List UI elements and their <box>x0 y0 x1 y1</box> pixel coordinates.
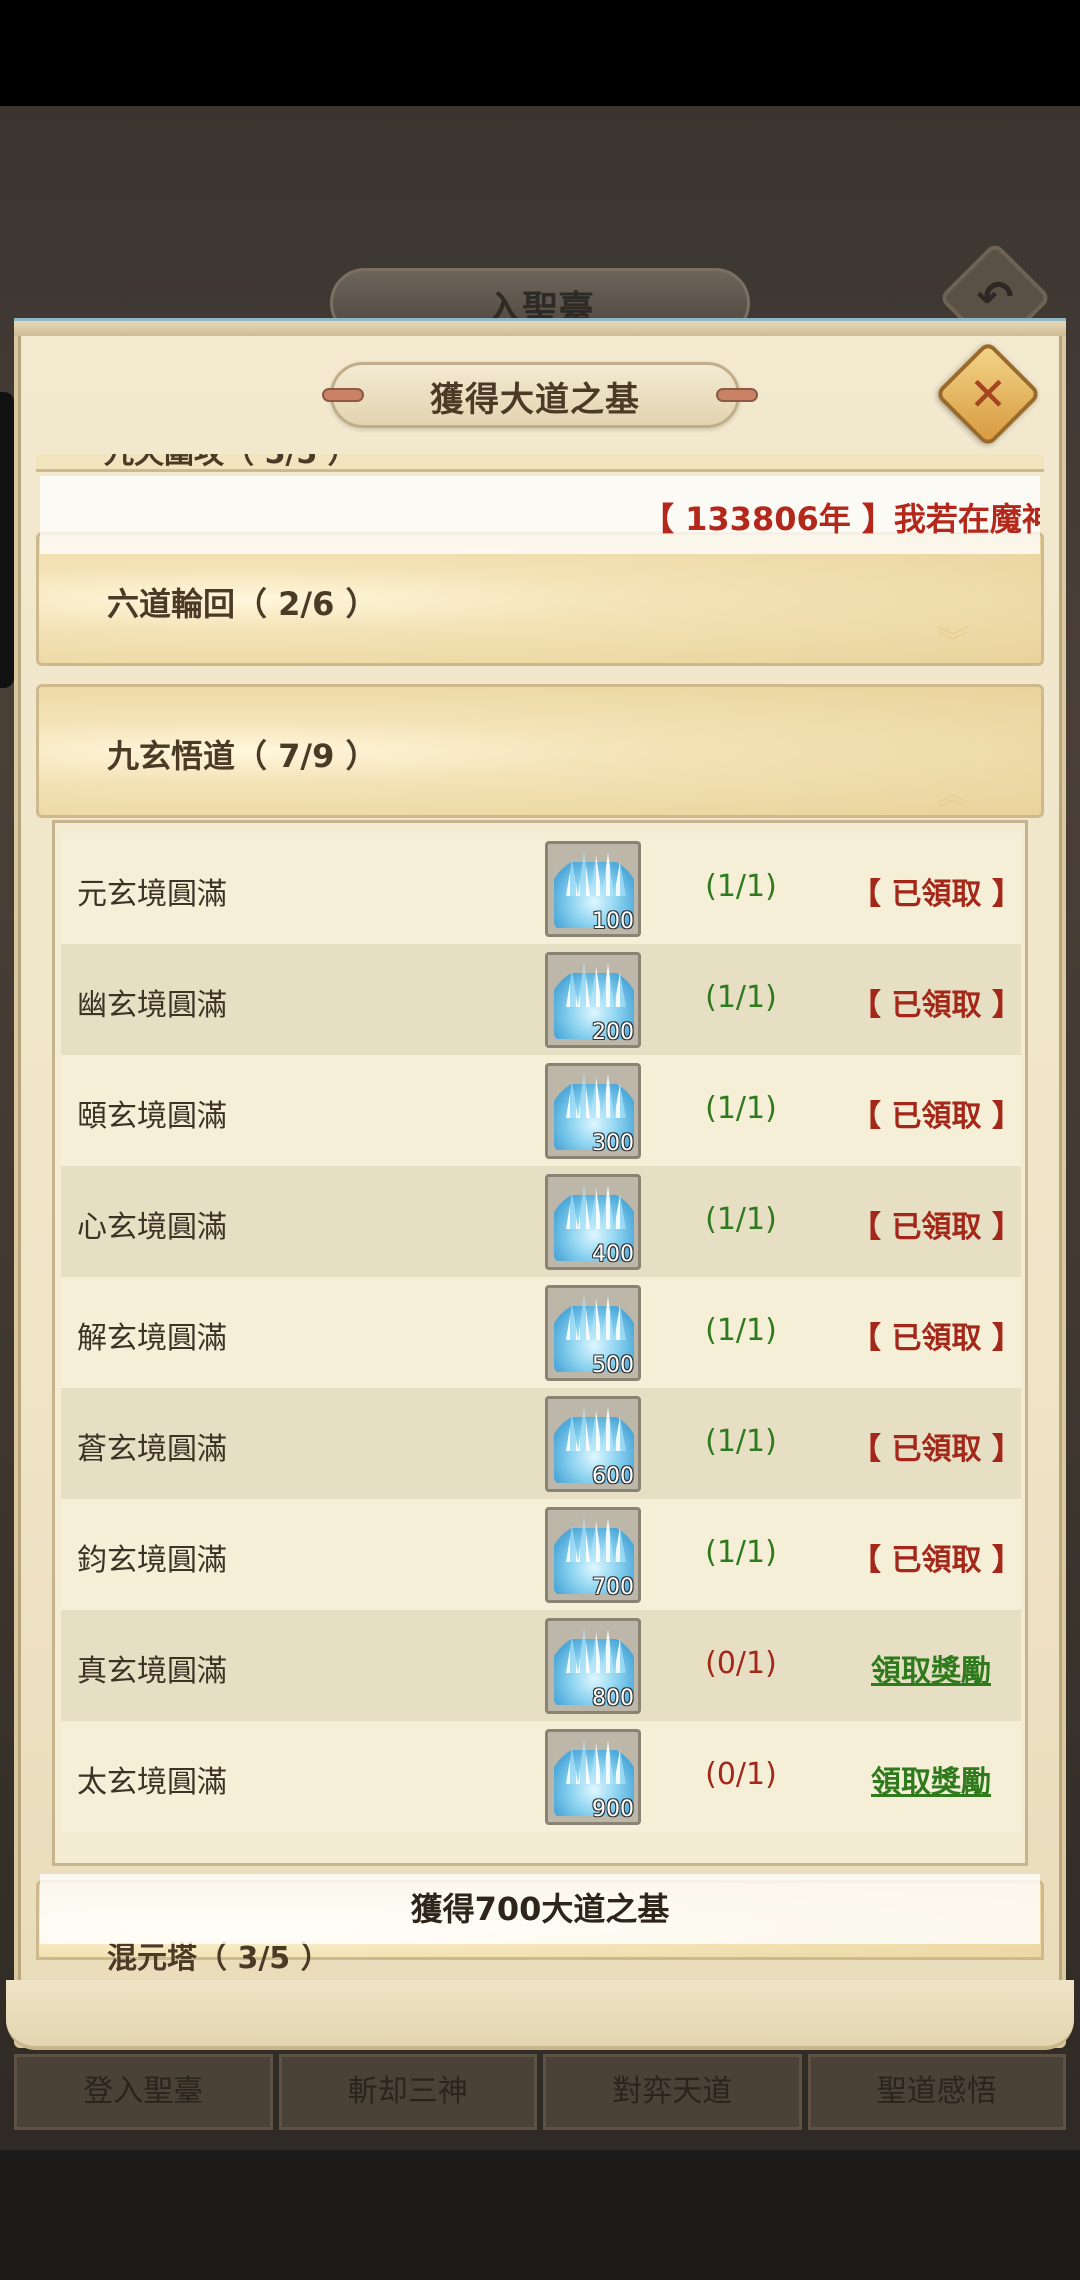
reward-progress: (0/1) <box>705 1646 777 1681</box>
reward-progress: (1/1) <box>705 869 777 904</box>
reward-quantity: 700 <box>592 1575 634 1600</box>
dao-foundation-crystal-icon[interactable]: 300 <box>545 1063 641 1159</box>
close-x-icon[interactable]: ✕ <box>950 356 1026 432</box>
category-partial-top-label: 九天圍攻（ 5/5 ） <box>104 454 358 472</box>
scrolling-notice-text: 【 133806年 】我若在魔神 <box>642 500 1040 538</box>
reward-progress: (1/1) <box>705 980 777 1015</box>
dao-foundation-crystal-icon[interactable]: 800 <box>545 1618 641 1714</box>
reward-status-claimed: 【 已領取 】 <box>851 988 1022 1023</box>
dao-foundation-crystal-icon[interactable]: 500 <box>545 1285 641 1381</box>
reward-quantity: 200 <box>592 1020 634 1045</box>
chevron-up-icon: ︽ <box>936 775 969 813</box>
dialog-title: 獲得大道之基 <box>430 380 640 420</box>
category-six-paths-label: 六道輪回（ 2/6 ） <box>107 585 378 623</box>
reward-row: 頤玄境圓滿 300 (1/1) 【 已領取 】 <box>61 1055 1022 1166</box>
reward-row: 鈞玄境圓滿 700 (1/1) 【 已領取 】 <box>61 1499 1022 1610</box>
reward-progress: (1/1) <box>705 1091 777 1126</box>
dao-foundation-crystal-icon[interactable]: 700 <box>545 1507 641 1603</box>
reward-row: 元玄境圓滿 100 (1/1) 【 已領取 】 <box>61 833 1022 944</box>
tab-sacred-dao-insight[interactable]: 聖道感悟 <box>807 2054 1066 2130</box>
reward-name: 解玄境圓滿 <box>77 1321 227 1356</box>
reward-name: 蒼玄境圓滿 <box>77 1432 227 1467</box>
reward-row: 解玄境圓滿 500 (1/1) 【 已領取 】 <box>61 1277 1022 1388</box>
reward-name: 真玄境圓滿 <box>77 1654 227 1689</box>
bottom-bar-area <box>0 2150 1080 2280</box>
scrolling-notice: 【 133806年 】我若在魔神 <box>40 476 1040 554</box>
reward-name: 頤玄境圓滿 <box>77 1099 227 1134</box>
reward-quantity: 300 <box>592 1131 634 1156</box>
dao-foundation-crystal-icon[interactable]: 400 <box>545 1174 641 1270</box>
tab-play-heavenly-dao[interactable]: 對弈天道 <box>543 2054 802 2130</box>
reward-panel: 元玄境圓滿 100 (1/1) 【 已領取 】 幽玄境圓滿 200 (1/1) … <box>52 820 1028 1866</box>
claim-reward-link[interactable]: 領取獎勵 <box>851 1757 1011 1801</box>
dao-foundation-crystal-icon[interactable]: 900 <box>545 1729 641 1825</box>
reward-toast: 獲得700大道之基 <box>40 1874 1040 1944</box>
reward-row: 真玄境圓滿 800 (0/1) 領取獎勵 <box>61 1610 1021 1721</box>
scroll-bottom-rod <box>6 1980 1074 2050</box>
reward-status-claimed: 【 已領取 】 <box>851 1321 1022 1356</box>
reward-quantity: 800 <box>592 1686 634 1711</box>
dao-foundation-crystal-icon[interactable]: 600 <box>545 1396 641 1492</box>
reward-status-claimed: 【 已領取 】 <box>851 1099 1022 1134</box>
reward-quantity: 500 <box>592 1353 634 1378</box>
reward-row: 蒼玄境圓滿 600 (1/1) 【 已領取 】 <box>61 1388 1022 1499</box>
reward-name: 心玄境圓滿 <box>77 1210 227 1245</box>
reward-progress: (0/1) <box>705 1757 777 1792</box>
background-tab-bar: 登入聖臺 斬却三神 對弈天道 聖道感悟 <box>14 2054 1066 2130</box>
dao-foundation-crystal-icon[interactable]: 200 <box>545 952 641 1048</box>
reward-progress: (1/1) <box>705 1535 777 1570</box>
dao-foundation-crystal-icon[interactable]: 100 <box>545 841 641 937</box>
scroll-top-rod <box>14 318 1066 336</box>
reward-quantity: 900 <box>592 1797 634 1822</box>
category-partial-top[interactable]: 九天圍攻（ 5/5 ） <box>36 454 1044 472</box>
reward-status-claimed: 【 已領取 】 <box>851 1210 1022 1245</box>
reward-row: 幽玄境圓滿 200 (1/1) 【 已領取 】 <box>61 944 1022 1055</box>
reward-name: 元玄境圓滿 <box>77 877 227 912</box>
reward-row: 太玄境圓滿 900 (0/1) 領取獎勵 <box>61 1721 1021 1832</box>
category-nine-mysteries[interactable]: 九玄悟道（ 7/9 ） ︽ <box>36 684 1044 818</box>
reward-progress: (1/1) <box>705 1313 777 1348</box>
reward-row: 心玄境圓滿 400 (1/1) 【 已領取 】 <box>61 1166 1022 1277</box>
reward-name: 幽玄境圓滿 <box>77 988 227 1023</box>
reward-status-claimed: 【 已領取 】 <box>851 1543 1022 1578</box>
category-nine-mysteries-label: 九玄悟道（ 7/9 ） <box>107 737 378 775</box>
claim-reward-link[interactable]: 領取獎勵 <box>851 1646 1011 1690</box>
reward-progress: (1/1) <box>705 1202 777 1237</box>
status-bar-area <box>0 0 1080 106</box>
reward-status-claimed: 【 已領取 】 <box>851 1432 1022 1467</box>
reward-progress: (1/1) <box>705 1424 777 1459</box>
tab-login-sacred-platform[interactable]: 登入聖臺 <box>14 2054 273 2130</box>
reward-quantity: 400 <box>592 1242 634 1267</box>
reward-quantity: 600 <box>592 1464 634 1489</box>
chevron-down-icon: ︾ <box>936 623 969 661</box>
reward-quantity: 100 <box>592 909 634 934</box>
reward-status-claimed: 【 已領取 】 <box>851 877 1022 912</box>
left-edge-handle <box>0 392 14 688</box>
reward-name: 太玄境圓滿 <box>77 1765 227 1800</box>
tab-slay-three-corpses[interactable]: 斬却三神 <box>278 2054 537 2130</box>
reward-name: 鈞玄境圓滿 <box>77 1543 227 1578</box>
